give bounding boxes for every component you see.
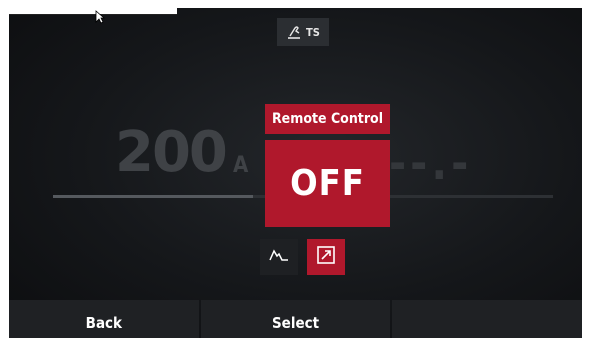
top-strip: [9, 8, 177, 15]
current-value: 200: [115, 120, 228, 185]
welding-torch-icon: [286, 24, 302, 40]
welding-mode-badge[interactable]: TS: [277, 18, 329, 46]
remote-control-state: OFF: [265, 140, 390, 227]
welder-display: TS 200 A --.- Remote Control OFF: [9, 8, 582, 338]
mouse-cursor-icon: [95, 10, 105, 24]
select-button[interactable]: Select: [200, 300, 391, 338]
remote-control-title: Remote Control: [265, 104, 390, 134]
softkey-bar: Back Select: [9, 300, 583, 338]
empty-softkey[interactable]: [392, 300, 583, 338]
voltage-value: --.-: [389, 136, 473, 190]
value-slider-fill: [53, 195, 253, 198]
waveform-button[interactable]: [260, 239, 298, 275]
remote-control-button[interactable]: [307, 239, 345, 275]
current-unit: A: [233, 153, 249, 178]
remote-arrow-icon: [316, 245, 336, 269]
mode-label: TS: [306, 25, 320, 39]
waveform-icon: [269, 247, 289, 267]
back-button[interactable]: Back: [9, 300, 199, 338]
